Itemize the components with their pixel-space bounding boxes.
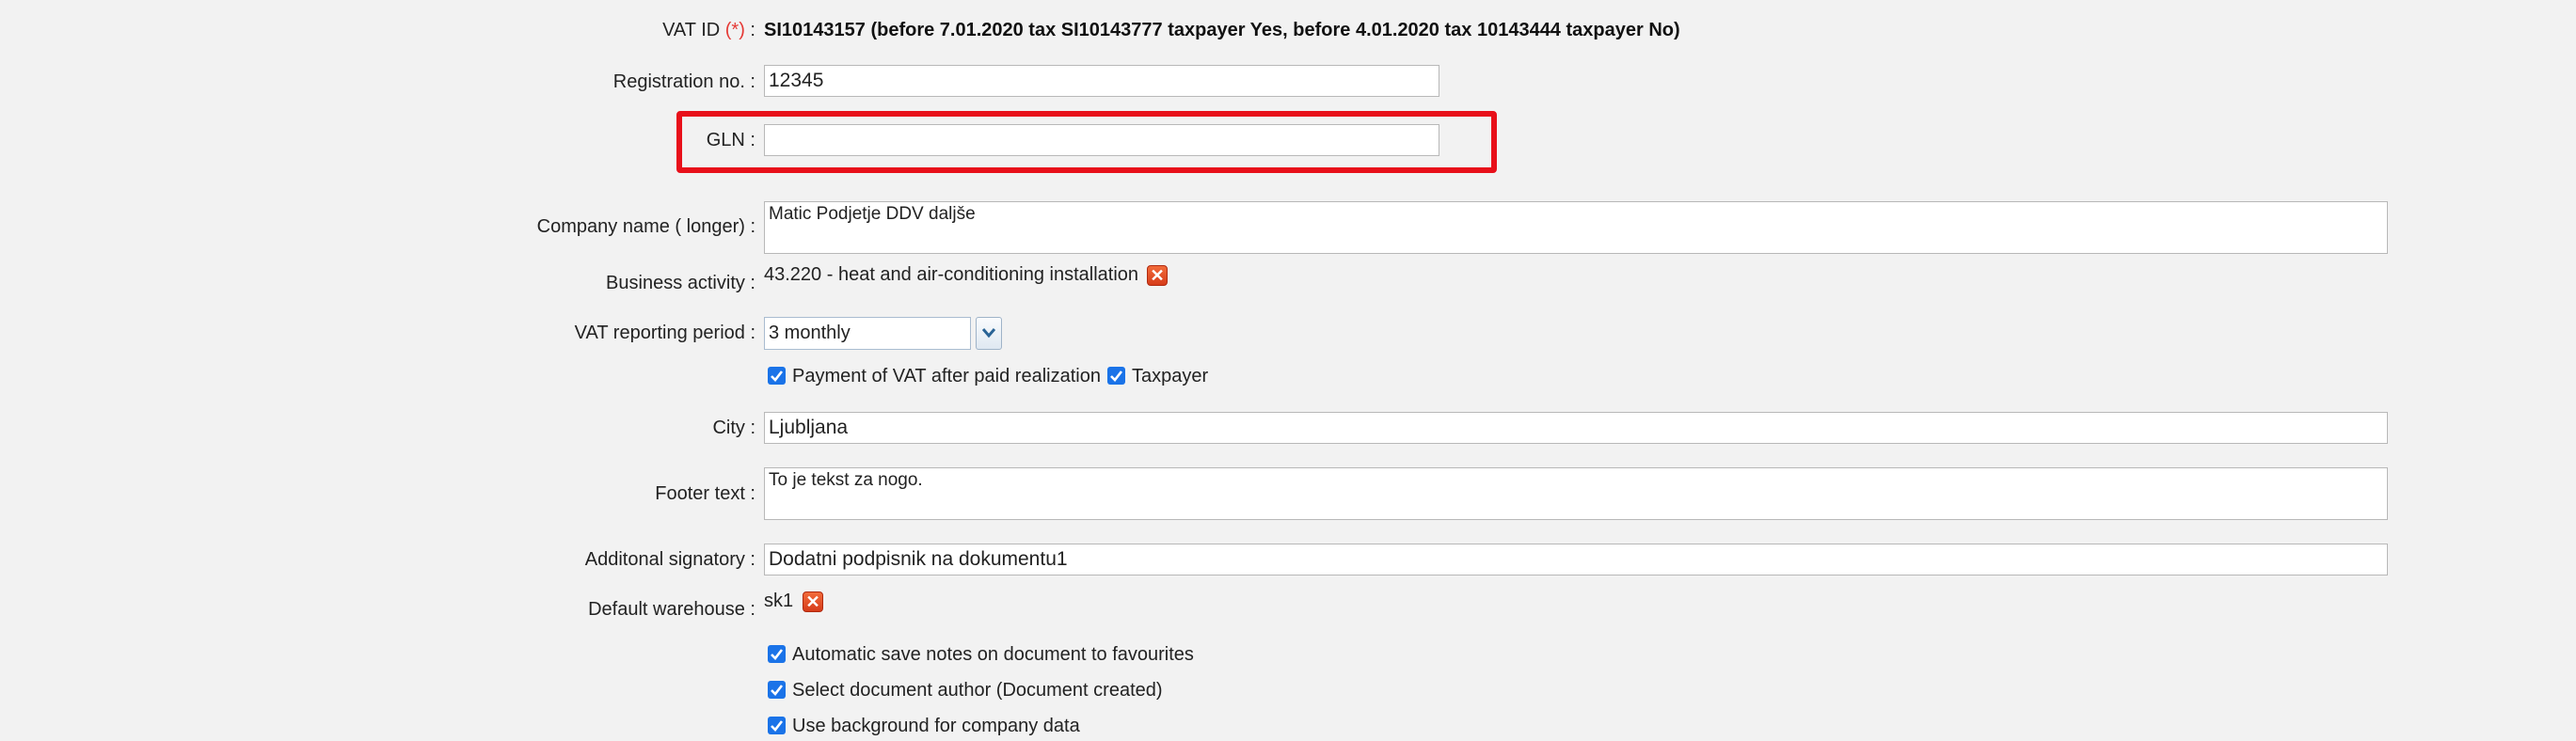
registration-no-label: Registration no. : (612, 71, 755, 92)
vat-id-label-text: VAT ID (662, 20, 721, 40)
city-label: City : (712, 418, 755, 438)
payment-after-realization-label: Payment of VAT after paid realization (792, 366, 1101, 386)
option-label-use-background: Use background for company data (792, 716, 1080, 736)
default-warehouse-value: sk1 (764, 591, 794, 611)
option-checkbox-use-background[interactable] (768, 717, 786, 734)
company-name-longer-label: Company name ( longer) : (536, 216, 755, 237)
check-icon (1110, 370, 1123, 382)
city-input[interactable] (764, 412, 2388, 444)
option-label-select-author: Select document author (Document created… (792, 680, 1163, 701)
payment-after-realization-checkbox[interactable] (768, 367, 786, 385)
additional-signatory-label: Additonal signatory : (584, 549, 755, 570)
taxpayer-label: Taxpayer (1132, 366, 1209, 386)
taxpayer-checkbox[interactable] (1107, 367, 1125, 385)
default-warehouse-label: Default warehouse : (588, 599, 755, 620)
vat-reporting-period-label: VAT reporting period : (574, 323, 755, 343)
check-icon (771, 649, 784, 660)
option-label-auto-save-notes: Automatic save notes on document to favo… (792, 644, 1194, 665)
vat-id-colon: : (744, 20, 755, 40)
check-icon (771, 720, 784, 732)
gln-label: GLN : (706, 130, 755, 150)
business-activity-remove-icon[interactable]: ✕ (1147, 265, 1168, 286)
default-warehouse-remove-icon[interactable]: ✕ (803, 591, 823, 612)
check-icon (771, 685, 784, 696)
vat-reporting-period-select[interactable]: 3 monthly (764, 317, 971, 350)
vat-id-value: SI10143157 (before 7.01.2020 tax SI10143… (764, 20, 1680, 40)
business-activity-value: 43.220 - heat and air-conditioning insta… (764, 264, 1139, 285)
additional-signatory-input[interactable] (764, 544, 2388, 575)
required-marker: (*) (724, 20, 745, 40)
vat-reporting-period-dropdown-button[interactable] (976, 317, 1002, 350)
option-checkbox-select-author[interactable] (768, 681, 786, 699)
registration-no-input[interactable] (764, 65, 1439, 97)
check-icon (771, 370, 784, 382)
vat-id-label: VAT ID (*) : (0, 19, 755, 41)
company-name-longer-textarea[interactable]: Matic Podjetje DDV daljše (764, 201, 2388, 254)
option-checkbox-auto-save-notes[interactable] (768, 645, 786, 663)
footer-text-label: Footer text : (655, 483, 755, 504)
chevron-down-icon (982, 328, 995, 339)
footer-text-textarea[interactable]: To je tekst za nogo. (764, 467, 2388, 520)
gln-input[interactable] (764, 124, 1439, 156)
business-activity-label: Business activity : (606, 273, 755, 293)
